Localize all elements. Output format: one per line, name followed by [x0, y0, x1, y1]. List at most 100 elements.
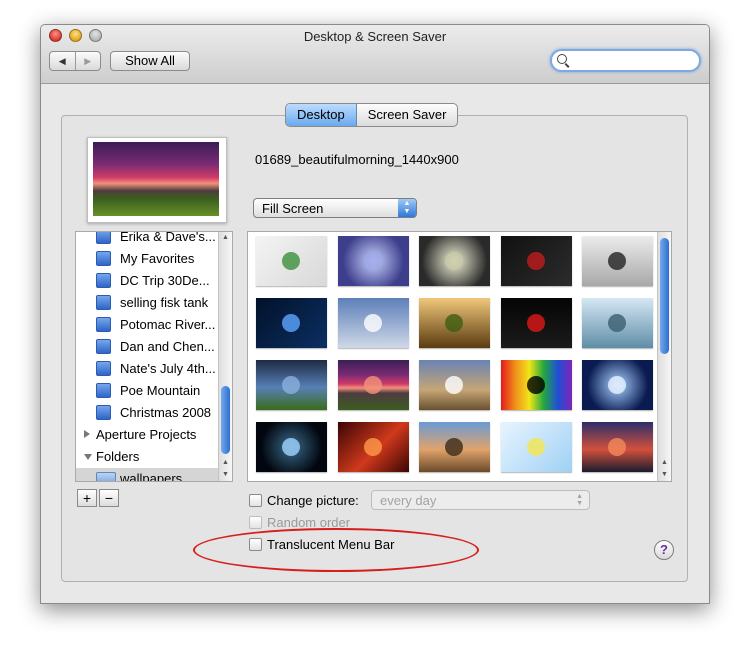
source-list-label: Nate's July 4th... [120, 361, 216, 376]
wallpaper-thumbnail-sunset-shore[interactable] [582, 422, 653, 472]
preferences-window: Desktop & Screen Saver ◀ ▶ Show All Desk… [40, 24, 710, 604]
popup-arrows-icon: ▲ ▼ [398, 199, 416, 217]
thumbnail-detail [527, 314, 545, 332]
album-icon [96, 251, 111, 266]
source-list-item[interactable]: Potomac River... [76, 314, 220, 336]
scroll-down-arrow-icon[interactable]: ▼ [658, 469, 671, 481]
wallpaper-thumbnail-blue-lamp[interactable] [256, 298, 327, 348]
source-list-group[interactable]: Folders [76, 446, 220, 468]
thumbnail-detail [608, 314, 626, 332]
source-list-item-selected[interactable]: wallpapers [76, 468, 220, 482]
source-list-label: wallpapers [120, 471, 183, 482]
album-icon [96, 339, 111, 354]
search-icon [557, 54, 567, 64]
album-icon [96, 405, 111, 420]
scroll-up-arrow-icon[interactable]: ▲ [219, 457, 232, 469]
thumbnail-detail [608, 376, 626, 394]
source-list-item[interactable]: Christmas 2008 [76, 402, 220, 424]
source-list-item[interactable]: selling fisk tank [76, 292, 220, 314]
source-list-label: selling fisk tank [120, 295, 209, 310]
search-input[interactable] [572, 52, 694, 68]
scroll-down-arrow-icon[interactable]: ▼ [219, 469, 232, 481]
wallpaper-thumbnail-molecule[interactable] [256, 236, 327, 286]
source-list-item[interactable]: Nate's July 4th... [76, 358, 220, 380]
source-list-scrollbar[interactable]: ▲ ▲ ▼ [218, 232, 232, 481]
thumbnail-detail [608, 252, 626, 270]
source-list-item[interactable]: Poe Mountain [76, 380, 220, 402]
highlight-ellipse [193, 528, 479, 572]
thumbnail-detail [282, 438, 300, 456]
add-source-button[interactable]: + [77, 489, 97, 507]
wallpaper-thumbnail-cube-lattice[interactable] [338, 236, 409, 286]
source-list-label: Dan and Chen... [120, 339, 215, 354]
thumbnail-detail [364, 252, 382, 270]
current-picture-well[interactable] [87, 137, 227, 223]
wallpaper-thumbnail-forest-path[interactable] [419, 298, 490, 348]
picture-grid-scroll-thumb[interactable] [660, 238, 669, 354]
tab-desktop[interactable]: Desktop [286, 104, 357, 126]
wallpaper-thumbnail-lake-mist[interactable] [582, 298, 653, 348]
thumbnail-detail [445, 252, 463, 270]
thumbnail-detail [527, 252, 545, 270]
wallpaper-thumbnail-hearts[interactable] [501, 236, 572, 286]
source-list[interactable]: wallpapers Folders Aperture Projects Christ… [75, 231, 233, 482]
source-list-group[interactable]: Aperture Projects [76, 424, 220, 446]
show-all-button[interactable]: Show All [110, 51, 190, 71]
wallpaper-thumbnail-red-canyon[interactable] [338, 422, 409, 472]
wallpaper-thumbnail-red-device[interactable] [501, 298, 572, 348]
change-picture-checkbox[interactable] [249, 494, 262, 507]
current-picture-image [93, 142, 219, 216]
wallpaper-thumbnail-monument-road[interactable] [419, 422, 490, 472]
wallpaper-thumbnail-crystal-city[interactable] [582, 360, 653, 410]
help-button[interactable]: ? [654, 540, 674, 560]
source-list-label: Folders [96, 449, 140, 464]
thumbnail-detail [527, 438, 545, 456]
picture-grid-scrollbar[interactable]: ▲ ▼ [657, 232, 671, 481]
wallpaper-thumbnail-snowflakes[interactable] [582, 236, 653, 286]
album-icon [96, 383, 111, 398]
thumbnail-detail [608, 438, 626, 456]
thumbnail-detail [364, 376, 382, 394]
tab-screen-saver[interactable]: Screen Saver [357, 104, 458, 126]
thumbnail-detail [527, 376, 545, 394]
wallpaper-thumbnail-glass-cube[interactable] [419, 236, 490, 286]
forward-arrow-icon[interactable]: ▶ [74, 52, 101, 70]
random-order-checkbox[interactable] [249, 516, 262, 529]
back-arrow-icon[interactable]: ◀ [50, 52, 75, 70]
album-icon [96, 273, 111, 288]
source-list-item[interactable]: My Favorites [76, 248, 220, 270]
thumbnail-detail [282, 252, 300, 270]
change-interval-popup[interactable]: every day ▲ ▼ [371, 490, 590, 510]
search-field[interactable] [550, 49, 701, 72]
wallpaper-thumbnail-beautiful-morning[interactable] [338, 360, 409, 410]
album-icon [96, 295, 111, 310]
source-list-item[interactable]: DC Trip 30De... [76, 270, 220, 292]
scroll-up-arrow-icon[interactable]: ▲ [658, 457, 671, 469]
disclosure-down-icon[interactable] [84, 454, 92, 460]
album-icon [96, 317, 111, 332]
change-picture-label: Change picture: [267, 493, 359, 508]
wallpaper-thumbnail-neural[interactable] [256, 422, 327, 472]
source-list-item[interactable]: Erika & Dave's... [76, 231, 220, 248]
wallpaper-thumbnail-color-bars[interactable] [501, 360, 572, 410]
remove-source-button[interactable]: − [99, 489, 119, 507]
thumbnail-detail [445, 376, 463, 394]
picture-grid[interactable]: ▲ ▼ [247, 231, 672, 482]
thumbnail-detail [445, 314, 463, 332]
thumbnail-detail [364, 314, 382, 332]
thumbnail-detail [445, 438, 463, 456]
source-list-item[interactable]: Dan and Chen... [76, 336, 220, 358]
wallpaper-thumbnail-rocky-shore[interactable] [419, 360, 490, 410]
source-list-scroll-thumb[interactable] [221, 386, 230, 454]
wallpaper-thumbnail-clouds[interactable] [338, 298, 409, 348]
fill-mode-value: Fill Screen [262, 201, 324, 216]
source-list-label: Erika & Dave's... [120, 231, 216, 244]
disclosure-right-icon[interactable] [84, 430, 90, 438]
toolbar: Desktop & Screen Saver ◀ ▶ Show All [41, 25, 709, 84]
wallpaper-thumbnail-paper-plane[interactable] [501, 422, 572, 472]
current-picture-filename: 01689_beautifulmorning_1440x900 [255, 152, 459, 167]
wallpaper-thumbnail-stormy-field[interactable] [256, 360, 327, 410]
change-interval-value: every day [380, 493, 437, 508]
fill-mode-popup[interactable]: Fill Screen ▲ ▼ [253, 198, 417, 218]
scroll-up-arrow-icon[interactable]: ▲ [219, 232, 232, 244]
